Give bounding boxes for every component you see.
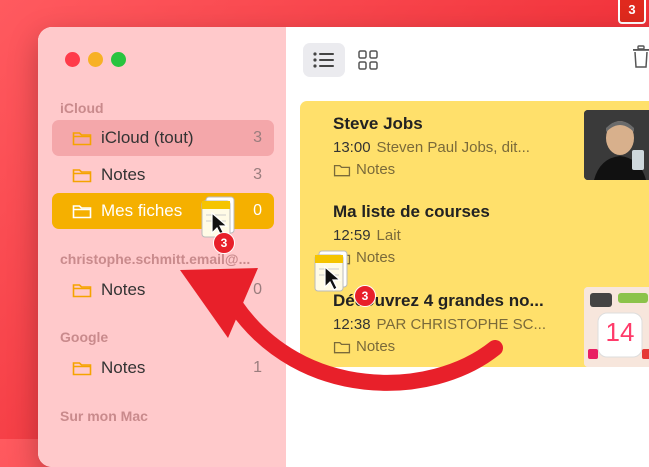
minimize-button[interactable] bbox=[88, 52, 103, 67]
sidebar-item-label: Notes bbox=[101, 165, 146, 184]
folder-icon bbox=[333, 341, 351, 353]
sidebar: iCloud iCloud (tout) 3 Notes 3 Mes fiche… bbox=[38, 27, 286, 467]
note-thumbnail-portrait bbox=[584, 110, 649, 180]
section-google: Google bbox=[60, 329, 109, 345]
notes-list: Steve Jobs 13:00 Steven Paul Jobs, dit...… bbox=[300, 101, 649, 367]
section-on-my-mac: Sur mon Mac bbox=[60, 408, 148, 424]
folder-icon bbox=[333, 164, 351, 176]
note-title: Ma liste de courses bbox=[333, 202, 490, 221]
sidebar-item-count: 3 bbox=[253, 166, 262, 183]
note-folder-label: Notes bbox=[356, 249, 396, 266]
note-meta: 13:00 Steven Paul Jobs, dit... bbox=[333, 139, 593, 156]
sidebar-item-label: iCloud (tout) bbox=[101, 128, 194, 147]
note-folder-label: Notes bbox=[356, 338, 396, 355]
note-preview: Lait bbox=[376, 227, 401, 244]
note-folder: Notes bbox=[333, 161, 593, 178]
close-button[interactable] bbox=[65, 52, 80, 67]
list-view-button[interactable] bbox=[303, 43, 345, 77]
sidebar-item-email-notes[interactable]: Notes 0 bbox=[52, 272, 274, 308]
sidebar-item-count: 0 bbox=[253, 202, 262, 219]
sidebar-item-count: 1 bbox=[253, 359, 262, 376]
window-controls bbox=[65, 52, 126, 67]
note-item-shopping-list[interactable]: Ma liste de courses 12:59 Lait Notes bbox=[333, 202, 593, 266]
main-pane: Steve Jobs 13:00 Steven Paul Jobs, dit...… bbox=[286, 27, 649, 467]
folder-icon bbox=[72, 132, 92, 146]
sidebar-item-count: 3 bbox=[253, 129, 262, 146]
gallery-view-button[interactable] bbox=[347, 43, 389, 77]
section-icloud: iCloud bbox=[60, 100, 104, 116]
drag-count-badge: 3 bbox=[213, 232, 235, 254]
ios14-label: 14 bbox=[605, 317, 635, 347]
sidebar-item-icloud-notes[interactable]: Notes 3 bbox=[52, 157, 274, 193]
sidebar-item-label: Notes bbox=[101, 358, 146, 377]
drag-count-badge: 3 bbox=[354, 285, 376, 307]
note-preview: PAR CHRISTOPHE SC... bbox=[376, 316, 547, 333]
note-preview: Steven Paul Jobs, dit... bbox=[376, 139, 530, 156]
notes-window: iCloud iCloud (tout) 3 Notes 3 Mes fiche… bbox=[38, 27, 649, 467]
grid-icon bbox=[358, 50, 378, 70]
note-title: Steve Jobs bbox=[333, 114, 423, 133]
sidebar-item-label: Notes bbox=[101, 280, 146, 299]
note-thumbnail-ios14: 14 bbox=[584, 287, 649, 367]
folder-icon bbox=[72, 205, 92, 219]
folder-icon bbox=[72, 284, 92, 298]
sidebar-item-icloud-all[interactable]: iCloud (tout) 3 bbox=[52, 120, 274, 156]
note-folder: Notes bbox=[333, 249, 593, 266]
note-folder-label: Notes bbox=[356, 161, 396, 178]
list-icon bbox=[313, 52, 334, 68]
dragged-notes-icon-origin bbox=[313, 249, 353, 297]
sidebar-item-count: 0 bbox=[253, 281, 262, 298]
note-folder: Notes bbox=[333, 338, 593, 355]
note-meta: 12:38 PAR CHRISTOPHE SC... bbox=[333, 316, 593, 333]
sidebar-item-mes-fiches[interactable]: Mes fiches 0 bbox=[52, 193, 274, 229]
note-item-steve-jobs[interactable]: Steve Jobs 13:00 Steven Paul Jobs, dit...… bbox=[333, 114, 593, 178]
delete-button[interactable] bbox=[632, 45, 649, 74]
folder-icon bbox=[72, 362, 92, 376]
folder-icon bbox=[72, 169, 92, 183]
notification-badge: 3 bbox=[618, 0, 646, 24]
trash-icon bbox=[633, 45, 649, 68]
note-meta: 12:59 Lait bbox=[333, 227, 593, 244]
note-time: 13:00 bbox=[333, 139, 371, 156]
sidebar-item-google-notes[interactable]: Notes 1 bbox=[52, 350, 274, 386]
portrait-photo-icon bbox=[584, 110, 649, 180]
note-time: 12:59 bbox=[333, 227, 371, 244]
note-time: 12:38 bbox=[333, 316, 371, 333]
zoom-button[interactable] bbox=[111, 52, 126, 67]
